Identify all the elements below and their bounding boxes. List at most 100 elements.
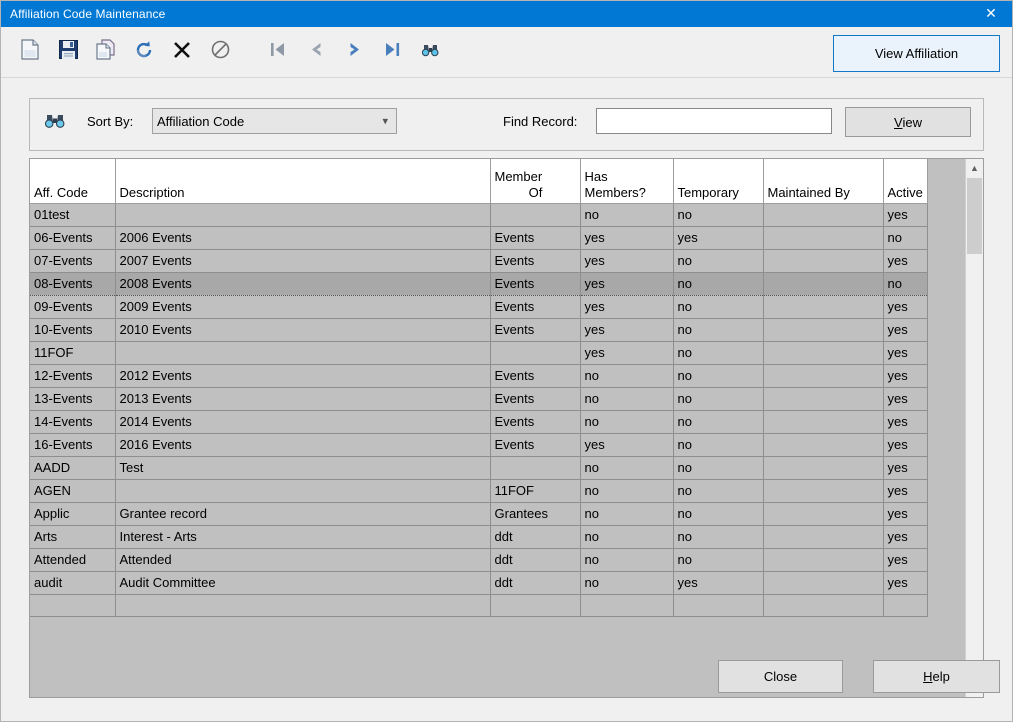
table-row[interactable]: 14-Events 2014 Events Events no no yes: [30, 410, 928, 434]
chevron-down-icon: ▾: [382, 115, 388, 128]
table-row[interactable]: Attended Attended ddt no no yes: [30, 548, 928, 572]
view-affiliation-button[interactable]: View Affiliation: [833, 35, 1000, 72]
table-row[interactable]: 07-Events 2007 Events Events yes no yes: [30, 249, 928, 273]
cell-description: [115, 479, 491, 503]
cell-active: [883, 594, 928, 617]
table-row[interactable]: 13-Events 2013 Events Events no no yes: [30, 387, 928, 411]
next-record-button[interactable]: [335, 32, 373, 72]
cell-aff_code: 07-Events: [30, 249, 116, 273]
cell-has_members: no: [580, 203, 674, 227]
cell-has_members: no: [580, 502, 674, 526]
scroll-up-button[interactable]: ▲: [966, 159, 983, 176]
cell-description: 2009 Events: [115, 295, 491, 319]
cell-temporary: no: [673, 387, 764, 411]
cell-member_of: Events: [490, 226, 581, 250]
cell-aff_code: 13-Events: [30, 387, 116, 411]
cell-active: yes: [883, 456, 928, 480]
table-row[interactable]: Applic Grantee record Grantees no no yes: [30, 502, 928, 526]
cell-description: 2007 Events: [115, 249, 491, 273]
cell-temporary: yes: [673, 571, 764, 595]
cell-temporary: no: [673, 456, 764, 480]
cell-member_of: Events: [490, 387, 581, 411]
table-row[interactable]: audit Audit Committee ddt no yes yes: [30, 571, 928, 595]
help-button-accel: H: [923, 669, 933, 684]
cell-aff_code: 12-Events: [30, 364, 116, 388]
column-header-description[interactable]: Description: [115, 159, 491, 204]
previous-record-button[interactable]: [297, 32, 335, 72]
cell-aff_code: 16-Events: [30, 433, 116, 457]
close-button[interactable]: Close: [718, 660, 843, 693]
cell-temporary: no: [673, 548, 764, 572]
copy-button[interactable]: [87, 32, 125, 72]
cell-has_members: [580, 594, 674, 617]
close-window-button[interactable]: ✕: [968, 1, 1012, 27]
last-record-button[interactable]: [373, 32, 411, 72]
column-header-has-members[interactable]: Has Members?: [580, 159, 674, 204]
column-header-temporary[interactable]: Temporary: [673, 159, 764, 204]
table-row[interactable]: [30, 594, 928, 617]
table-row[interactable]: 11FOF yes no yes: [30, 341, 928, 365]
cell-active: yes: [883, 203, 928, 227]
cell-member_of: [490, 341, 581, 365]
cell-description: 2008 Events: [115, 271, 491, 296]
cell-aff_code: 11FOF: [30, 341, 116, 365]
table-row[interactable]: 16-Events 2016 Events Events yes no yes: [30, 433, 928, 457]
cell-maintained_by: [763, 249, 884, 273]
cell-has_members: no: [580, 410, 674, 434]
cancel-button[interactable]: [201, 32, 239, 72]
table-row[interactable]: 10-Events 2010 Events Events yes no yes: [30, 318, 928, 342]
cell-description: 2010 Events: [115, 318, 491, 342]
cell-aff_code: 01test: [30, 203, 116, 227]
find-record-input[interactable]: [596, 108, 832, 134]
affiliation-table: Aff. Code Description Member Of Has Member…: [30, 159, 928, 617]
table-row[interactable]: AGEN 11FOF no no yes: [30, 479, 928, 503]
table-header: Aff. Code Description Member Of Has Member…: [30, 159, 928, 204]
cell-temporary: no: [673, 271, 764, 296]
cell-active: yes: [883, 318, 928, 342]
copy-icon: [96, 39, 116, 65]
cell-member_of: Events: [490, 410, 581, 434]
table-row[interactable]: 08-Events 2008 Events Events yes no no: [30, 271, 928, 296]
cell-member_of: Events: [490, 271, 581, 296]
table-row[interactable]: 09-Events 2009 Events Events yes no yes: [30, 295, 928, 319]
scrollbar-thumb[interactable]: [967, 178, 982, 254]
column-header-maintained-by[interactable]: Maintained By: [763, 159, 884, 204]
refresh-button[interactable]: [125, 32, 163, 72]
find-record-label: Find Record:: [503, 114, 578, 129]
cell-member_of: Events: [490, 295, 581, 319]
cell-active: yes: [883, 571, 928, 595]
table-row[interactable]: 06-Events 2006 Events Events yes yes no: [30, 226, 928, 250]
cell-aff_code: 06-Events: [30, 226, 116, 250]
cell-active: yes: [883, 387, 928, 411]
table-row[interactable]: 01test no no yes: [30, 203, 928, 227]
title-bar: Affiliation Code Maintenance ✕: [1, 1, 1012, 27]
chevron-up-icon: ▲: [970, 162, 979, 173]
cell-member_of: ddt: [490, 548, 581, 572]
view-record-button[interactable]: View: [845, 107, 971, 137]
first-record-button[interactable]: [259, 32, 297, 72]
help-button-label: Help: [923, 669, 950, 684]
cell-active: yes: [883, 479, 928, 503]
help-button[interactable]: Help: [873, 660, 1000, 693]
save-button[interactable]: [49, 32, 87, 72]
grid-vertical-scrollbar[interactable]: ▲ ▼: [965, 159, 983, 697]
toolbar: View Affiliation: [1, 27, 1012, 78]
cell-active: no: [883, 271, 928, 296]
affiliation-grid[interactable]: Aff. Code Description Member Of Has Member…: [29, 158, 984, 698]
table-row[interactable]: AADD Test no no yes: [30, 456, 928, 480]
column-header-active[interactable]: Active: [883, 159, 928, 204]
first-record-icon: [269, 40, 288, 64]
cell-has_members: yes: [580, 249, 674, 273]
column-header-aff-code[interactable]: Aff. Code: [30, 159, 116, 204]
next-record-icon: [345, 40, 364, 64]
column-header-member-of[interactable]: Member Of: [490, 159, 581, 204]
new-record-button[interactable]: [11, 32, 49, 72]
table-row[interactable]: Arts Interest - Arts ddt no no yes: [30, 525, 928, 549]
find-button[interactable]: [411, 32, 449, 72]
cell-description: [115, 203, 491, 227]
delete-button[interactable]: [163, 32, 201, 72]
sort-by-dropdown[interactable]: Affiliation Code ▾: [152, 108, 397, 134]
table-row[interactable]: 12-Events 2012 Events Events no no yes: [30, 364, 928, 388]
cell-has_members: no: [580, 548, 674, 572]
cell-has_members: no: [580, 479, 674, 503]
